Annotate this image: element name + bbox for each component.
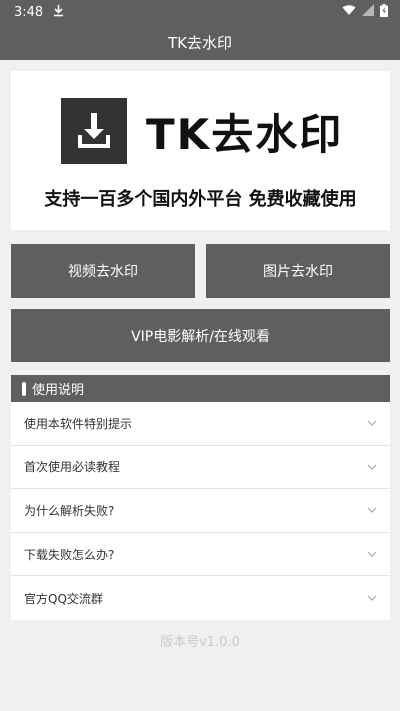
app-title: TK去水印 (168, 33, 232, 52)
chevron-down-icon (367, 551, 377, 557)
list-item[interactable]: 为什么解析失败? (11, 489, 390, 533)
logo-text: TK去水印 (146, 110, 344, 159)
chevron-down-icon (367, 464, 377, 470)
banner: TK去水印 支持一百多个国内外平台 免费收藏使用 (11, 71, 390, 230)
download-icon (53, 4, 64, 20)
list-item[interactable]: 官方QQ交流群 (11, 576, 390, 620)
list-item[interactable]: 使用本软件特别提示 (11, 402, 390, 446)
version-label: 版本号v1.0.0 (160, 635, 240, 650)
battery-icon (380, 3, 388, 21)
list-item[interactable]: 首次使用必读教程 (11, 446, 390, 490)
list-item-label: 官方QQ交流群 (24, 591, 103, 606)
list-item-label: 下载失败怎么办? (24, 547, 115, 562)
signal-icon (362, 4, 374, 20)
section-title: 使用说明 (32, 383, 85, 398)
wifi-icon (342, 4, 356, 20)
list-item-label: 使用本软件特别提示 (24, 416, 133, 431)
image-watermark-button[interactable]: 图片去水印 (206, 244, 390, 298)
video-watermark-button[interactable]: 视频去水印 (11, 244, 195, 298)
list-item-label: 为什么解析失败? (24, 503, 115, 518)
app-bar: TK去水印 (0, 24, 400, 60)
slogan: 支持一百多个国内外平台 免费收藏使用 (44, 189, 357, 210)
usage-section-header: 使用说明 (11, 375, 390, 402)
usage-list: 使用本软件特别提示 首次使用必读教程 为什么解析失败? 下载失败怎么办? 官方Q… (11, 402, 390, 620)
status-bar: 3:48 (0, 0, 400, 24)
chevron-down-icon (367, 508, 377, 514)
list-item-label: 首次使用必读教程 (24, 460, 121, 475)
section-marker (22, 381, 26, 396)
list-item[interactable]: 下载失败怎么办? (11, 533, 390, 577)
chevron-down-icon (367, 595, 377, 602)
status-time: 3:48 (14, 4, 44, 20)
chevron-down-icon (367, 420, 377, 427)
download-logo-icon (61, 98, 127, 164)
vip-movie-button[interactable]: VIP电影解析/在线观看 (11, 309, 390, 362)
